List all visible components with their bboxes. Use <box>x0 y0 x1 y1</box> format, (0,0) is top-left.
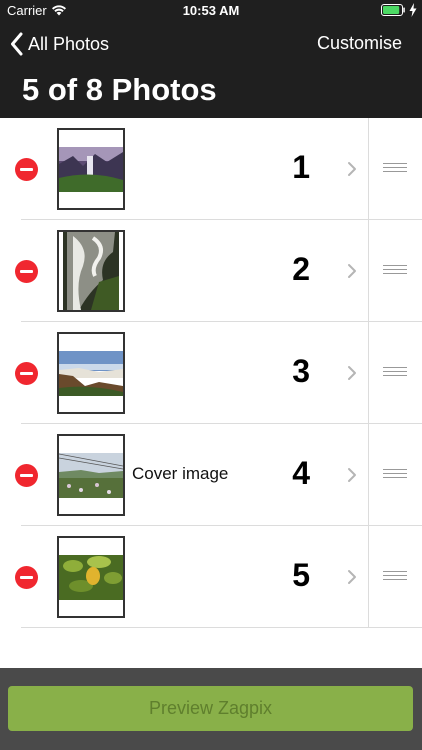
reorder-divider <box>368 118 369 220</box>
photo-row[interactable]: 3 <box>0 322 422 424</box>
photo-row[interactable]: 2 <box>0 220 422 322</box>
preview-zagpix-button[interactable]: Preview Zagpix <box>8 686 413 731</box>
reorder-handle-icon[interactable] <box>383 469 407 481</box>
reorder-handle-icon[interactable] <box>383 265 407 277</box>
photo-thumbnail[interactable] <box>57 230 125 312</box>
cascade-photo-image <box>59 232 123 310</box>
chevron-right-icon[interactable] <box>347 569 357 585</box>
back-button-label: All Photos <box>28 33 110 54</box>
photo-caption: Cover image <box>132 464 229 483</box>
chevron-right-icon[interactable] <box>347 161 357 177</box>
delete-icon[interactable] <box>15 260 38 283</box>
falls-landscape-photo-image <box>59 334 123 412</box>
chevron-right-icon[interactable] <box>347 263 357 279</box>
charging-bolt-icon <box>409 3 417 17</box>
back-button[interactable]: All Photos <box>10 31 109 57</box>
reorder-handle-icon[interactable] <box>383 163 407 175</box>
reorder-handle-icon[interactable] <box>383 367 407 379</box>
photo-number: 3 <box>292 353 310 389</box>
photo-row[interactable]: Cover image 4 <box>0 424 422 526</box>
photo-number: 2 <box>292 251 310 287</box>
page-title: 5 of 8 Photos <box>22 72 217 107</box>
photo-thumbnail[interactable] <box>57 332 125 414</box>
photo-number: 4 <box>292 455 310 491</box>
customise-button[interactable]: Customise <box>317 33 402 54</box>
reorder-handle-icon[interactable] <box>383 571 407 583</box>
reorder-divider <box>368 220 369 322</box>
meadow-photo-image <box>59 436 123 514</box>
photo-thumbnail[interactable] <box>57 434 125 516</box>
photo-number: 5 <box>292 557 310 593</box>
status-bar: Carrier 10:53 AM <box>0 0 422 22</box>
battery-icon <box>381 4 405 16</box>
leaves-photo-image <box>59 538 123 616</box>
photo-number: 1 <box>292 149 310 185</box>
delete-icon[interactable] <box>15 158 38 181</box>
photo-row[interactable]: 1 <box>0 118 422 220</box>
photo-thumbnail[interactable] <box>57 128 125 210</box>
clock: 10:53 AM <box>182 3 240 18</box>
chevron-right-icon[interactable] <box>347 365 357 381</box>
waterfall-photo-image <box>59 130 123 208</box>
photo-list: 1 2 3 Cover image 4 5 <box>0 118 422 628</box>
delete-icon[interactable] <box>15 362 38 385</box>
reorder-divider <box>368 526 369 628</box>
delete-icon[interactable] <box>15 464 38 487</box>
chevron-right-icon[interactable] <box>347 467 357 483</box>
header: Carrier 10:53 AM All Photos Customise 5 … <box>0 0 422 118</box>
photo-thumbnail[interactable] <box>57 536 125 618</box>
footer: Preview Zagpix <box>0 668 422 750</box>
delete-icon[interactable] <box>15 566 38 589</box>
reorder-divider <box>368 424 369 526</box>
photo-row[interactable]: 5 <box>0 526 422 628</box>
reorder-divider <box>368 322 369 424</box>
chevron-left-icon <box>11 32 23 56</box>
